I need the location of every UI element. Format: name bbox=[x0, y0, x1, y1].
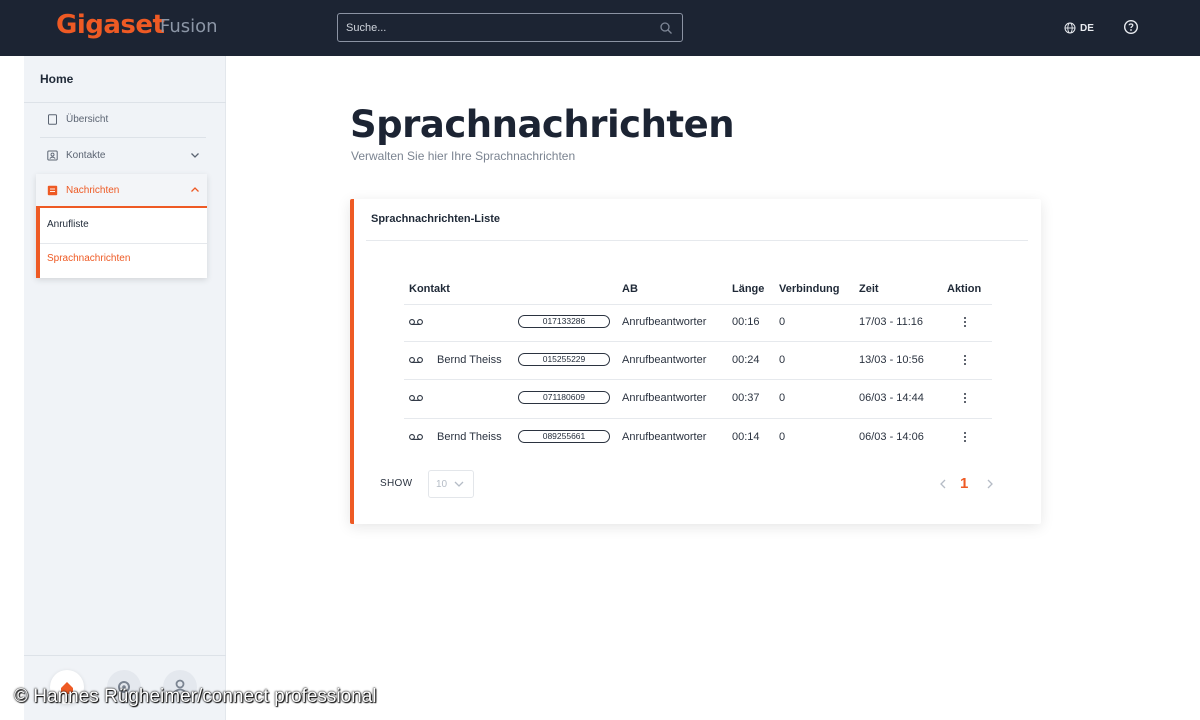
connection-value: 0 bbox=[779, 392, 786, 404]
sidebar-item-label: Übersicht bbox=[66, 113, 109, 125]
page-size-value: 10 bbox=[436, 478, 448, 490]
sidebar-home[interactable]: Home bbox=[40, 72, 73, 86]
column-header-ab[interactable]: AB bbox=[622, 283, 638, 295]
message-time: 06/03 - 14:06 bbox=[859, 431, 924, 443]
connection-value: 0 bbox=[779, 354, 786, 366]
more-actions-icon[interactable] bbox=[961, 430, 969, 444]
table-row-divider bbox=[404, 418, 992, 419]
sidebar-subitem-voicemails[interactable]: Sprachnachrichten bbox=[47, 253, 130, 264]
column-header-connection[interactable]: Verbindung bbox=[779, 283, 840, 295]
connection-value: 0 bbox=[779, 431, 786, 443]
table-row-divider bbox=[404, 304, 992, 305]
search-box[interactable] bbox=[337, 13, 683, 42]
page-title: Sprachnachrichten bbox=[350, 103, 735, 146]
more-actions-icon[interactable] bbox=[961, 315, 969, 329]
phone-number-pill[interactable]: 017133286 bbox=[518, 315, 610, 328]
sidebar-item-contacts[interactable]: Kontakte bbox=[47, 147, 105, 163]
card-divider bbox=[366, 240, 1028, 241]
connection-value: 0 bbox=[779, 316, 786, 328]
more-actions-icon[interactable] bbox=[961, 353, 969, 367]
phone-number-pill[interactable]: 089255661 bbox=[518, 430, 610, 443]
voicemail-icon bbox=[409, 319, 423, 325]
column-header-action: Aktion bbox=[947, 283, 982, 295]
voicemail-icon bbox=[409, 395, 423, 401]
sidebar-bottom-divider bbox=[24, 655, 226, 656]
message-length: 00:16 bbox=[732, 316, 760, 328]
globe-icon bbox=[1064, 22, 1076, 34]
contacts-icon bbox=[47, 150, 58, 160]
submenu-separator bbox=[40, 243, 207, 244]
message-time: 13/03 - 10:56 bbox=[859, 354, 924, 366]
answering-machine: Anrufbeantworter bbox=[622, 316, 707, 328]
sidebar-separator bbox=[40, 137, 206, 138]
chevron-right-icon[interactable] bbox=[985, 478, 995, 490]
contact-name: Bernd Theiss bbox=[437, 354, 502, 366]
answering-machine: Anrufbeantworter bbox=[622, 392, 707, 404]
page-subtitle: Verwalten Sie hier Ihre Sprachnachrichte… bbox=[351, 149, 576, 163]
column-header-time[interactable]: Zeit bbox=[859, 283, 879, 295]
page-size-select[interactable]: 10 bbox=[428, 470, 474, 498]
voicemail-icon bbox=[409, 434, 423, 440]
answering-machine: Anrufbeantworter bbox=[622, 354, 707, 366]
search-input[interactable] bbox=[346, 20, 646, 36]
help-icon[interactable] bbox=[1123, 19, 1139, 35]
gigaset-logo[interactable]: Gigaset bbox=[56, 10, 165, 40]
card-title: Sprachnachrichten-Liste bbox=[371, 213, 500, 225]
messages-icon bbox=[47, 185, 58, 195]
page-number[interactable]: 1 bbox=[960, 475, 968, 492]
phone-number-pill[interactable]: 015255229 bbox=[518, 353, 610, 366]
voicemail-icon bbox=[409, 357, 423, 363]
language-selector[interactable]: DE bbox=[1064, 20, 1094, 36]
phone-number-pill[interactable]: 071180609 bbox=[518, 391, 610, 404]
sidebar-item-label: Nachrichten bbox=[66, 184, 120, 196]
chevron-down-icon bbox=[454, 481, 464, 487]
message-length: 00:24 bbox=[732, 354, 760, 366]
sidebar-item-messages[interactable]: Nachrichten bbox=[47, 182, 119, 198]
sidebar-item-label: Kontakte bbox=[66, 149, 106, 161]
message-length: 00:37 bbox=[732, 392, 760, 404]
sidebar-item-overview[interactable]: Übersicht bbox=[47, 111, 108, 127]
show-label: SHOW bbox=[380, 478, 413, 489]
chevron-up-icon[interactable] bbox=[189, 184, 201, 196]
chevron-left-icon[interactable] bbox=[938, 478, 948, 490]
language-label: DE bbox=[1080, 22, 1094, 34]
message-length: 00:14 bbox=[732, 431, 760, 443]
more-actions-icon[interactable] bbox=[961, 391, 969, 405]
copyright-watermark: © Hannes Rügheimer/connect professional bbox=[14, 686, 377, 707]
column-header-contact[interactable]: Kontakt bbox=[409, 283, 450, 295]
chevron-down-icon[interactable] bbox=[189, 149, 201, 161]
message-time: 06/03 - 14:44 bbox=[859, 392, 924, 404]
fusion-label: Fusion bbox=[160, 16, 218, 37]
sidebar-subitem-call-list[interactable]: Anrufliste bbox=[47, 219, 89, 230]
overview-icon bbox=[48, 113, 57, 125]
answering-machine: Anrufbeantworter bbox=[622, 431, 707, 443]
sidebar-divider bbox=[24, 102, 226, 103]
contact-name: Bernd Theiss bbox=[437, 431, 502, 443]
message-time: 17/03 - 11:16 bbox=[859, 316, 924, 328]
table-row-divider bbox=[404, 379, 992, 380]
column-header-length[interactable]: Länge bbox=[732, 283, 764, 295]
search-icon[interactable] bbox=[659, 21, 673, 35]
table-row-divider bbox=[404, 341, 992, 342]
